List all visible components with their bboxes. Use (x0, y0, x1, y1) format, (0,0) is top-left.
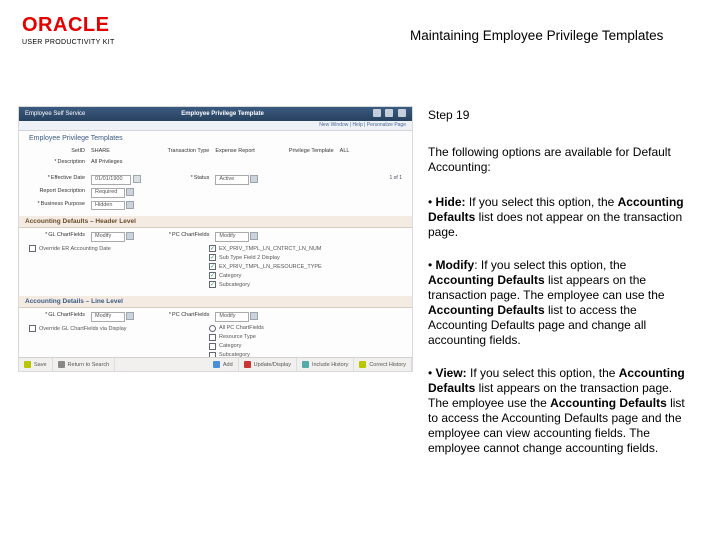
correct-icon (359, 361, 366, 368)
section-accounting-defaults: Accounting Defaults – Header Level (19, 216, 412, 228)
calendar-icon[interactable] (133, 175, 141, 183)
navbar-icons (370, 109, 406, 119)
page-title: Employee Privilege Templates (29, 135, 402, 142)
document-title: Maintaining Employee Privilege Templates (410, 28, 663, 43)
chevron-down-icon[interactable] (250, 312, 258, 320)
radio[interactable] (209, 325, 216, 332)
override-checkbox[interactable] (29, 245, 36, 252)
include-history-button[interactable]: Include History (297, 358, 354, 371)
update-icon (244, 361, 251, 368)
header-row-1: SetIDSHARE Transaction TypeExpense Repor… (29, 148, 402, 156)
oracle-logo: ORACLE USER PRODUCTIVITY KIT (22, 14, 115, 46)
return-button[interactable]: Return to Search (53, 358, 116, 371)
checkbox[interactable] (209, 343, 216, 350)
pc-select-2[interactable]: Modify (215, 312, 249, 322)
chevron-down-icon[interactable] (126, 232, 134, 240)
product-text: USER PRODUCTIVITY KIT (22, 39, 115, 46)
section-accounting-details: Accounting Details – Line Level (19, 296, 412, 308)
history-icon (302, 361, 309, 368)
save-button[interactable]: Save (19, 358, 53, 371)
report-desc-row: Report DescriptionRequired (29, 188, 402, 198)
checkbox[interactable]: ✓ (209, 281, 216, 288)
bullet-view: • View: If you select this option, the A… (428, 366, 694, 456)
sublinks: New Window | Help | Personalize Page (19, 121, 412, 131)
bullet-modify: • Modify: If you select this option, the… (428, 258, 694, 348)
report-desc-select[interactable]: Required (91, 188, 125, 198)
gl-select-2[interactable]: Modify (91, 312, 125, 322)
bottom-toolbar: Save Return to Search Add Update/Display… (19, 357, 412, 371)
instruction-panel: Step 19 The following options are availa… (428, 108, 694, 456)
add-icon (213, 361, 220, 368)
save-icon (24, 361, 31, 368)
effective-date-input[interactable]: 01/01/1900 (91, 175, 131, 185)
step-label: Step 19 (428, 108, 694, 123)
app-screenshot: Employee Self Service Employee Privilege… (18, 106, 413, 372)
checkbox[interactable]: ✓ (209, 272, 216, 279)
page-heading: Employee Privilege Template (75, 111, 369, 117)
update-button[interactable]: Update/Display (239, 358, 297, 371)
gl-pc-row-2: GL ChartFieldsModify PC ChartFieldsModif… (29, 312, 402, 322)
checkbox[interactable]: ✓ (209, 245, 216, 252)
correct-history-button[interactable]: Correct History (354, 358, 412, 371)
menu-icon (398, 109, 406, 117)
app-navbar: Employee Self Service Employee Privilege… (19, 107, 412, 121)
gl-select[interactable]: Modify (91, 232, 125, 242)
checkbox[interactable]: ✓ (209, 263, 216, 270)
effective-row: Effective Date01/01/1900 StatusActive 1 … (29, 175, 402, 185)
brand-text: ORACLE (22, 14, 115, 37)
home-icon (373, 109, 381, 117)
flag-icon (385, 109, 393, 117)
pc-select[interactable]: Modify (215, 232, 249, 242)
checkbox[interactable]: ✓ (209, 254, 216, 261)
intro-text: The following options are available for … (428, 145, 694, 175)
checkbox[interactable] (209, 334, 216, 341)
business-purpose-row: Business PurposeHidden (29, 201, 402, 211)
chevron-down-icon[interactable] (126, 188, 134, 196)
return-icon (58, 361, 65, 368)
header-row-2: DescriptionAll Privileges (29, 159, 402, 167)
business-purpose-select[interactable]: Hidden (91, 201, 125, 211)
gl-pc-row-1: GL ChartFieldsModify PC ChartFieldsModif… (29, 232, 402, 242)
add-button[interactable]: Add (208, 358, 239, 371)
status-select[interactable]: Active (215, 175, 249, 185)
chevron-down-icon[interactable] (250, 232, 258, 240)
bullet-hide: • Hide: If you select this option, the A… (428, 195, 694, 240)
override-checkbox-2[interactable] (29, 325, 36, 332)
chevron-down-icon[interactable] (250, 175, 258, 183)
chevron-down-icon[interactable] (126, 312, 134, 320)
chevron-down-icon[interactable] (126, 201, 134, 209)
